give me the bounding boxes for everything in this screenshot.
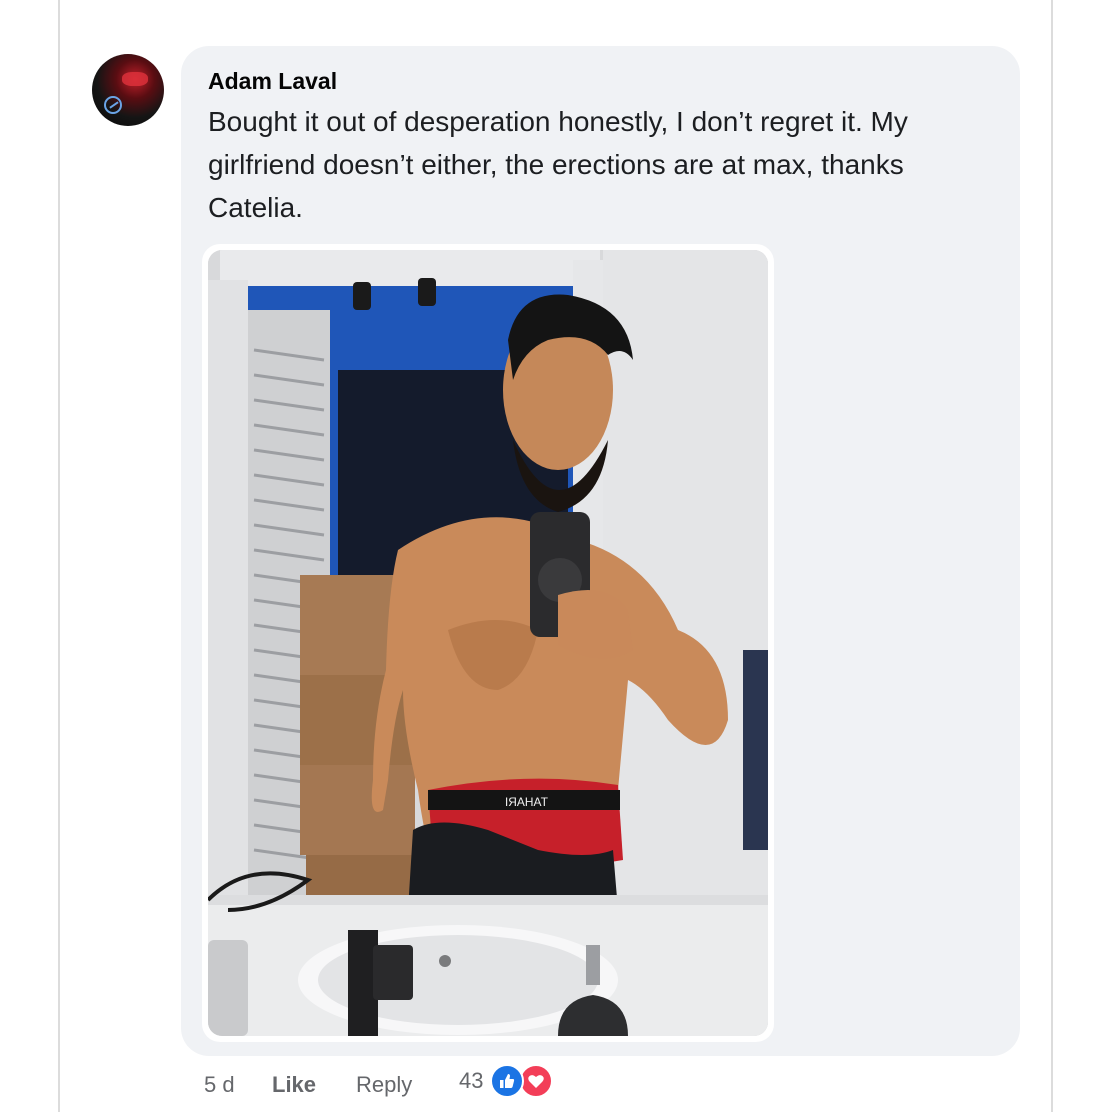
comment-photo-frame: TAHARI — [202, 244, 774, 1042]
feed-left-border — [58, 0, 60, 1112]
like-button[interactable]: Like — [272, 1072, 316, 1098]
avatar-logo-icon — [104, 96, 122, 114]
comment-text: Bought it out of desperation honestly, I… — [208, 106, 908, 223]
reaction-count[interactable]: 43 — [459, 1068, 483, 1094]
underwear-brand-text: TAHARI — [505, 795, 548, 809]
avatar[interactable] — [92, 54, 164, 126]
comment-photo[interactable]: TAHARI — [208, 250, 768, 1036]
heart-icon[interactable] — [519, 1064, 553, 1098]
reply-button[interactable]: Reply — [356, 1072, 412, 1098]
thumbs-up-icon[interactable] — [490, 1064, 524, 1098]
comment-timestamp[interactable]: 5 d — [204, 1072, 235, 1098]
comment-thread: Adam Laval Bought it out of desperation … — [0, 0, 1112, 1112]
feed-right-border — [1051, 0, 1053, 1112]
comment-author[interactable]: Adam Laval — [208, 68, 337, 95]
photo-illustration: TAHARI — [208, 250, 768, 1036]
comment-actions: 5 d Like Reply 43 — [0, 1068, 1112, 1104]
avatar-glow — [122, 72, 148, 86]
